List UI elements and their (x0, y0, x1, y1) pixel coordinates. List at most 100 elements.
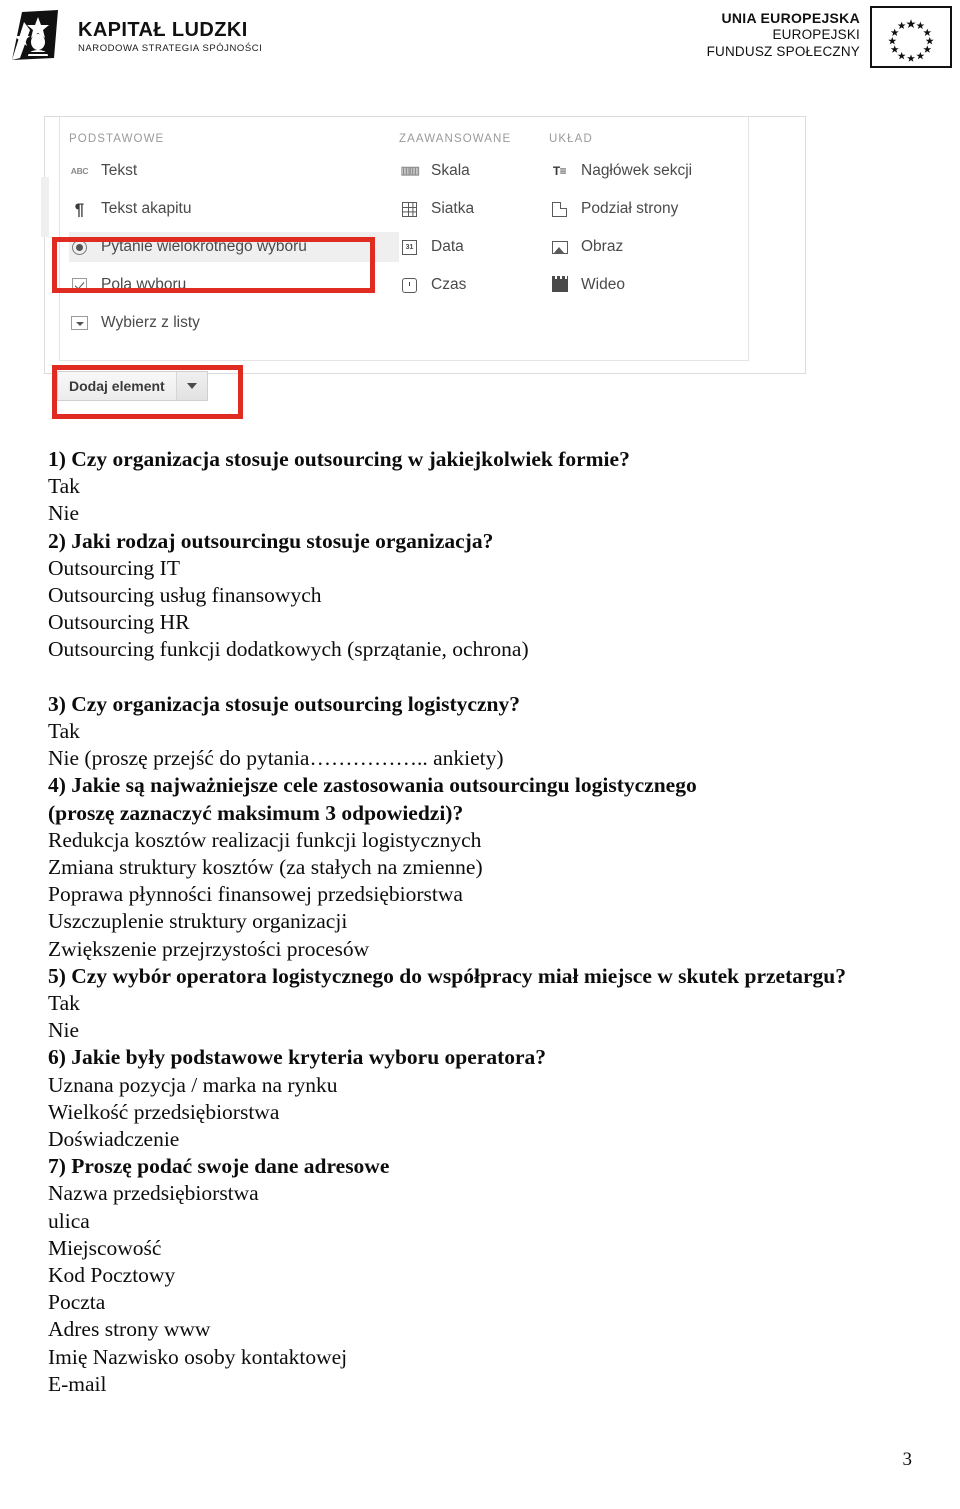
menu-item-label: Pola wyboru (101, 276, 187, 293)
grid-icon (401, 201, 418, 218)
menu-item-label: Obraz (581, 238, 624, 255)
answer-line: Nie (48, 1018, 80, 1043)
kapital-ludzki-logo: KAPITAŁ LUDZKI NARODOWA STRATEGIA SPÓJNO… (8, 8, 262, 66)
answer-line: Outsourcing HR (48, 610, 190, 635)
answer-line: Nazwa przedsiębiorstwa (48, 1181, 259, 1206)
answer-line: Zmiana struktury kosztów (za stałych na … (48, 855, 483, 880)
chevron-down-icon[interactable] (175, 372, 207, 400)
answer-line: Redukcja kosztów realizacji funkcji logi… (48, 827, 482, 852)
answer-line: Nie (proszę przejść do pytania…………….. an… (48, 746, 504, 771)
eu-line-2: EUROPEJSKI (772, 27, 860, 43)
answer-line: Miejscowość (48, 1235, 162, 1260)
unia-europejska-wordmark: UNIA EUROPEJSKA EUROPEJSKI FUNDUSZ SPOŁE… (707, 6, 860, 60)
dropdown-icon (71, 315, 88, 332)
page-break-icon (551, 201, 568, 218)
kapital-ludzki-title: KAPITAŁ LUDZKI (78, 19, 248, 42)
menu-item-label: Tekst (101, 162, 138, 179)
menu-item-siatka[interactable]: Siatka (399, 194, 549, 224)
menu-item-label: Data (431, 238, 464, 255)
menu-item-skala[interactable]: ▥▥ Skala (399, 156, 549, 186)
panel-scroll-edge (41, 177, 49, 237)
kapital-ludzki-wordmark: KAPITAŁ LUDZKI NARODOWA STRATEGIA SPÓJNO… (78, 20, 262, 54)
kapital-ludzki-subtitle: NARODOWA STRATEGIA SPÓJNOŚCI (78, 43, 263, 55)
question-line: 6) Jakie były podstawowe kryteria wyboru… (48, 1045, 547, 1070)
question-line: 7) Proszę podać swoje dane adresowe (48, 1154, 390, 1179)
paragraph-pilcrow-icon: ¶ (74, 199, 85, 219)
eu-flag-twelve-stars (870, 6, 952, 68)
menu-item-label: Siatka (431, 200, 475, 217)
question-line: 1) Czy organizacja stosuje outsourcing w… (48, 447, 630, 471)
answer-line: Zwiększenie przejrzystości procesów (48, 936, 370, 961)
menu-item-tekst-akapitu[interactable]: ¶ Tekst akapitu (69, 194, 399, 224)
menu-item-tekst[interactable]: ABC Tekst (69, 156, 399, 186)
answer-line: Uszczuplenie struktury organizacji (48, 909, 348, 934)
kapital-ludzki-star-figure-logo (8, 8, 66, 66)
answer-line: Outsourcing usług finansowych (48, 583, 322, 608)
answer-line: Imię Nazwisko osoby kontaktowej (48, 1344, 348, 1369)
radio-button-icon (71, 239, 88, 256)
add-element-button-label: Dodaj element (69, 378, 165, 394)
column-heading-zaawansowane: ZAAWANSOWANE (399, 133, 512, 145)
menu-item-wybierz-z-listy[interactable]: Wybierz z listy (69, 308, 399, 338)
column-heading-podstawowe: PODSTAWOWE (69, 133, 165, 145)
eu-line-1: UNIA EUROPEJSKA (721, 10, 860, 26)
question-line: 4) Jakie są najważniejsze cele zastosowa… (48, 773, 697, 798)
abc-text-icon: ABC (70, 165, 89, 176)
menu-item-obraz[interactable]: Obraz (549, 232, 749, 262)
column-zaawansowane: ZAAWANSOWANE ▥▥ Skala Siatka 31 Data Cza… (399, 133, 549, 346)
answer-line: ulica (48, 1208, 90, 1233)
question-line: 2) Jaki rodzaj outsourcingu stosuje orga… (48, 528, 494, 553)
answer-line: Tak (48, 474, 80, 499)
menu-item-data[interactable]: 31 Data (399, 232, 549, 262)
scale-ruler-icon: ▥▥ (400, 164, 420, 177)
question-line-continued: (proszę zaznaczyć maksimum 3 odpowiedzi)… (48, 800, 464, 825)
answer-line: Kod Pocztowy (48, 1263, 176, 1288)
menu-item-pytanie-wielokrotnego-wyboru[interactable]: Pytanie wielokrotnego wyboru (69, 232, 399, 262)
unia-europejska-logo: UNIA EUROPEJSKA EUROPEJSKI FUNDUSZ SPOŁE… (707, 6, 952, 68)
menu-item-podzial-strony[interactable]: Podział strony (549, 194, 749, 224)
question-line: 5) Czy wybór operatora logistycznego do … (48, 963, 846, 988)
form-builder-screenshot: PODSTAWOWE ABC Tekst ¶ Tekst akapitu Pyt… (41, 116, 806, 374)
column-podstawowe: PODSTAWOWE ABC Tekst ¶ Tekst akapitu Pyt… (69, 133, 399, 346)
menu-item-label: Podział strony (581, 200, 679, 217)
menu-item-czas[interactable]: Czas (399, 270, 549, 300)
menu-item-naglowek-sekcji[interactable]: T≡ Nagłówek sekcji (549, 156, 749, 186)
answer-line: E-mail (48, 1371, 107, 1396)
menu-item-pola-wyboru[interactable]: Pola wyboru (69, 270, 399, 300)
answer-line: Uznana pozycja / marka na rynku (48, 1072, 338, 1097)
page-header: KAPITAŁ LUDZKI NARODOWA STRATEGIA SPÓJNO… (0, 0, 960, 92)
answer-line: Doświadczenie (48, 1127, 180, 1152)
menu-item-label: Skala (431, 162, 470, 179)
answer-line: Poprawa płynności finansowej przedsiębio… (48, 882, 463, 907)
questionnaire-body: 1) Czy organizacja stosuje outsourcing w… (48, 446, 928, 1398)
eu-line-3: FUNDUSZ SPOŁECZNY (706, 43, 860, 59)
element-picker-columns: PODSTAWOWE ABC Tekst ¶ Tekst akapitu Pyt… (69, 133, 749, 346)
answer-line: Wielkość przedsiębiorstwa (48, 1099, 280, 1124)
answer-line: Outsourcing funkcji dodatkowych (sprząta… (48, 637, 529, 662)
calendar-date-icon: 31 (401, 239, 418, 256)
menu-item-label: Pytanie wielokrotnego wyboru (101, 238, 307, 255)
answer-line: Adres strony www (48, 1317, 211, 1342)
answer-line: Tak (48, 991, 80, 1016)
menu-item-label: Tekst akapitu (101, 200, 192, 217)
menu-item-label: Nagłówek sekcji (581, 162, 693, 179)
answer-line: Outsourcing IT (48, 555, 180, 580)
add-element-button[interactable]: Dodaj element (57, 371, 208, 401)
section-header-icon: T≡ (552, 164, 567, 178)
question-line: 3) Czy organizacja stosuje outsourcing l… (48, 691, 520, 716)
answer-line: Poczta (48, 1290, 106, 1315)
menu-item-label: Czas (431, 276, 467, 293)
clock-time-icon (401, 277, 418, 294)
video-clapperboard-icon (551, 275, 568, 294)
column-heading-uklad: UKŁAD (549, 133, 593, 145)
page-number: 3 (902, 1449, 913, 1470)
menu-item-label: Wideo (581, 276, 625, 293)
answer-line: Tak (48, 719, 80, 744)
menu-item-wideo[interactable]: Wideo (549, 270, 749, 300)
column-uklad: UKŁAD T≡ Nagłówek sekcji Podział strony … (549, 133, 749, 346)
image-icon (551, 239, 568, 256)
checkbox-icon (71, 277, 88, 294)
answer-line: Nie (48, 501, 80, 526)
menu-item-label: Wybierz z listy (101, 314, 200, 331)
